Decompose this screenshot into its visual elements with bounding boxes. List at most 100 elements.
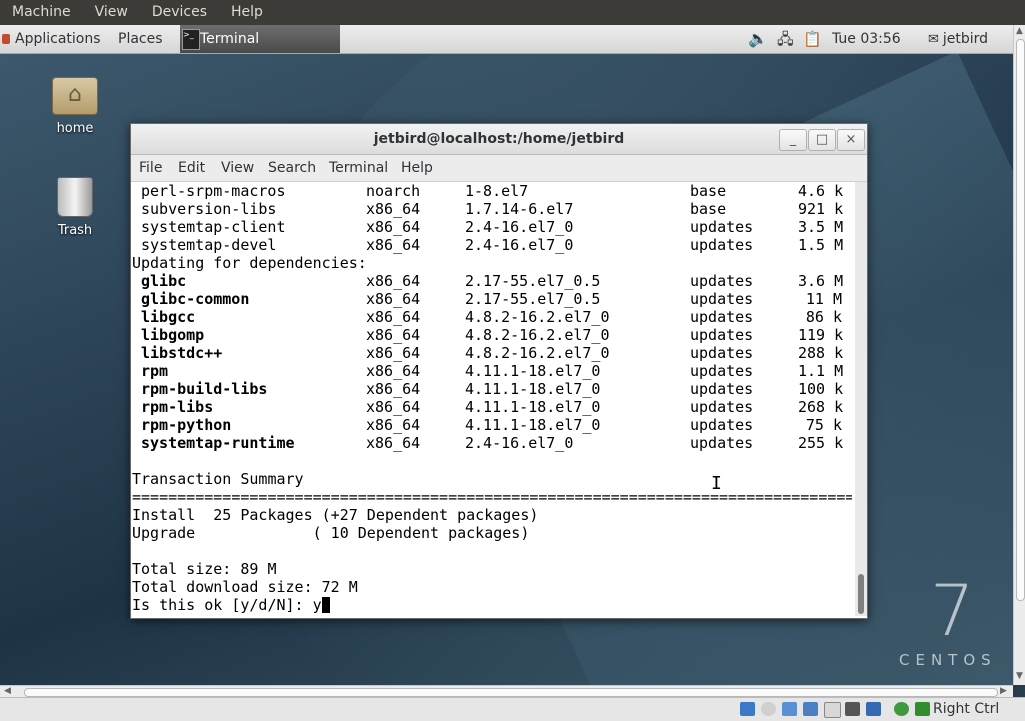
vbox-menu-devices[interactable]: Devices — [140, 0, 219, 25]
package-size: 921 k — [798, 200, 844, 218]
scroll-down-icon[interactable]: ▼ — [1016, 671, 1023, 681]
package-arch: x86_64 — [366, 434, 421, 452]
scroll-left-icon[interactable]: ◀ — [4, 686, 11, 696]
terminal-menu-search[interactable]: Search — [268, 155, 316, 181]
terminal-menu-view[interactable]: View — [221, 155, 254, 181]
video-capture-icon[interactable] — [845, 702, 860, 716]
package-version: 4.8.2-16.2.el7_0 — [465, 308, 610, 326]
package-arch: x86_64 — [366, 344, 421, 362]
package-version: 2.4-16.el7_0 — [465, 434, 574, 452]
trash-icon — [57, 177, 93, 217]
package-arch: x86_64 — [366, 290, 421, 308]
package-size: 75 k — [805, 416, 842, 434]
usb-icon[interactable] — [782, 702, 797, 716]
package-arch: x86_64 — [366, 416, 421, 434]
terminal-titlebar[interactable]: jetbird@localhost:/home/jetbird _ □ × — [131, 124, 867, 155]
package-arch: x86_64 — [366, 308, 421, 326]
scroll-up-icon[interactable]: ▲ — [1016, 26, 1023, 36]
package-size: 1.5 M — [798, 236, 844, 254]
package-repo: updates — [690, 308, 754, 326]
separator-line: ========================================… — [132, 488, 852, 506]
vbox-statusbar: Right Ctrl — [0, 697, 1025, 721]
clipboard-icon[interactable]: 📋 — [803, 25, 822, 53]
package-repo: base — [690, 200, 727, 218]
terminal-menu-file[interactable]: File — [139, 155, 162, 181]
package-repo: updates — [690, 362, 754, 380]
scroll-right-icon[interactable]: ▶ — [1000, 686, 1007, 696]
hard-disk-icon[interactable] — [740, 702, 755, 716]
virtualization-icon[interactable] — [866, 702, 881, 716]
terminal-menu-terminal[interactable]: Terminal — [329, 155, 388, 181]
places-menu[interactable]: Places — [118, 25, 163, 53]
package-row: systemtap-runtime x86_64 2.4-16.el7_0 updat… — [132, 434, 852, 452]
package-version: 4.11.1-18.el7_0 — [465, 416, 601, 434]
package-name: perl-srpm-macros — [141, 182, 286, 200]
guest-desktop: Applications Places >_ Terminal 🔈 🖧 📋 Tu… — [0, 25, 1013, 685]
vbox-menu-machine[interactable]: Machine — [0, 0, 83, 25]
terminal-menu-edit[interactable]: Edit — [178, 155, 205, 181]
package-name: systemtap-devel — [141, 236, 277, 254]
package-name: rpm-python — [141, 416, 232, 434]
transaction-summary-header: Transaction Summary — [132, 470, 304, 488]
terminal-scroll-thumb[interactable] — [858, 574, 864, 614]
package-version: 1-8.el7 — [465, 182, 529, 200]
panel-clock[interactable]: Tue 03:56 — [832, 25, 901, 53]
home-folder-icon — [52, 77, 98, 115]
network-icon[interactable]: 🖧 — [777, 25, 794, 53]
package-size: 11 M — [805, 290, 842, 308]
vbox-horizontal-thumb[interactable] — [24, 688, 998, 697]
mouse-integration-icon[interactable] — [894, 702, 909, 716]
package-name: glibc — [141, 272, 187, 290]
package-repo: updates — [690, 344, 754, 362]
package-size: 119 k — [798, 326, 844, 344]
minimize-button[interactable]: _ — [779, 129, 807, 151]
display-icon[interactable] — [824, 702, 841, 718]
package-repo: updates — [690, 398, 754, 416]
optical-drive-icon[interactable] — [761, 702, 776, 716]
package-arch: x86_64 — [366, 272, 421, 290]
maximize-button[interactable]: □ — [808, 129, 836, 151]
package-name: libgomp — [141, 326, 205, 344]
package-version: 4.8.2-16.2.el7_0 — [465, 326, 610, 344]
package-arch: x86_64 — [366, 218, 421, 236]
package-version: 1.7.14-6.el7 — [465, 200, 574, 218]
terminal-window: jetbird@localhost:/home/jetbird _ □ × Fi… — [130, 123, 868, 619]
vbox-vertical-thumb[interactable] — [1016, 39, 1025, 601]
total-size-line: Total size: 89 M — [132, 560, 277, 578]
package-row: glibc x86_64 2.17-55.el7_0.5 updates 3.6 M — [132, 272, 852, 290]
package-row: libstdc++ x86_64 4.8.2-16.2.el7_0 updates 28… — [132, 344, 852, 362]
terminal-scrollbar[interactable] — [855, 182, 867, 616]
vbox-menu-view[interactable]: View — [83, 0, 140, 25]
taskbar-terminal-button[interactable]: >_ Terminal — [180, 25, 340, 53]
keyboard-capture-icon[interactable] — [915, 702, 930, 716]
package-row: libgcc x86_64 4.8.2-16.2.el7_0 updates 86 k — [132, 308, 852, 326]
text-cursor — [321, 597, 330, 613]
package-row: rpm-python x86_64 4.11.1-18.el7_0 updates 75… — [132, 416, 852, 434]
package-version: 4.8.2-16.2.el7_0 — [465, 344, 610, 362]
desktop-trash-label: Trash — [57, 223, 93, 238]
user-name: jetbird — [942, 31, 989, 47]
package-name: systemtap-runtime — [141, 434, 295, 452]
terminal-output[interactable]: perl-srpm-macros noarch 1-8.el7 base 4.6 k su… — [132, 182, 854, 616]
vbox-vertical-scrollbar[interactable]: ▲ ▼ — [1013, 25, 1025, 685]
desktop-home-icon[interactable]: home — [35, 77, 115, 136]
package-arch: x86_64 — [366, 200, 421, 218]
terminal-icon: >_ — [182, 29, 200, 50]
package-version: 2.17-55.el7_0.5 — [465, 290, 601, 308]
package-version: 4.11.1-18.el7_0 — [465, 398, 601, 416]
terminal-menu-help[interactable]: Help — [401, 155, 433, 181]
package-row: perl-srpm-macros noarch 1-8.el7 base 4.6 k — [132, 182, 852, 200]
package-repo: updates — [690, 416, 754, 434]
applications-menu[interactable]: Applications — [2, 25, 101, 53]
package-size: 3.6 M — [798, 272, 844, 290]
volume-icon[interactable]: 🔈 — [748, 25, 768, 53]
user-menu[interactable]: ✉ jetbird — [928, 25, 988, 54]
package-name: rpm-libs — [141, 398, 214, 416]
package-repo: updates — [690, 236, 754, 254]
shared-folders-icon[interactable] — [803, 702, 818, 716]
desktop-trash-icon[interactable]: Trash — [35, 177, 115, 238]
vbox-menu-help[interactable]: Help — [219, 0, 275, 25]
package-row: libgomp x86_64 4.8.2-16.2.el7_0 updates 119 … — [132, 326, 852, 344]
close-button[interactable]: × — [837, 129, 865, 151]
package-arch: x86_64 — [366, 326, 421, 344]
